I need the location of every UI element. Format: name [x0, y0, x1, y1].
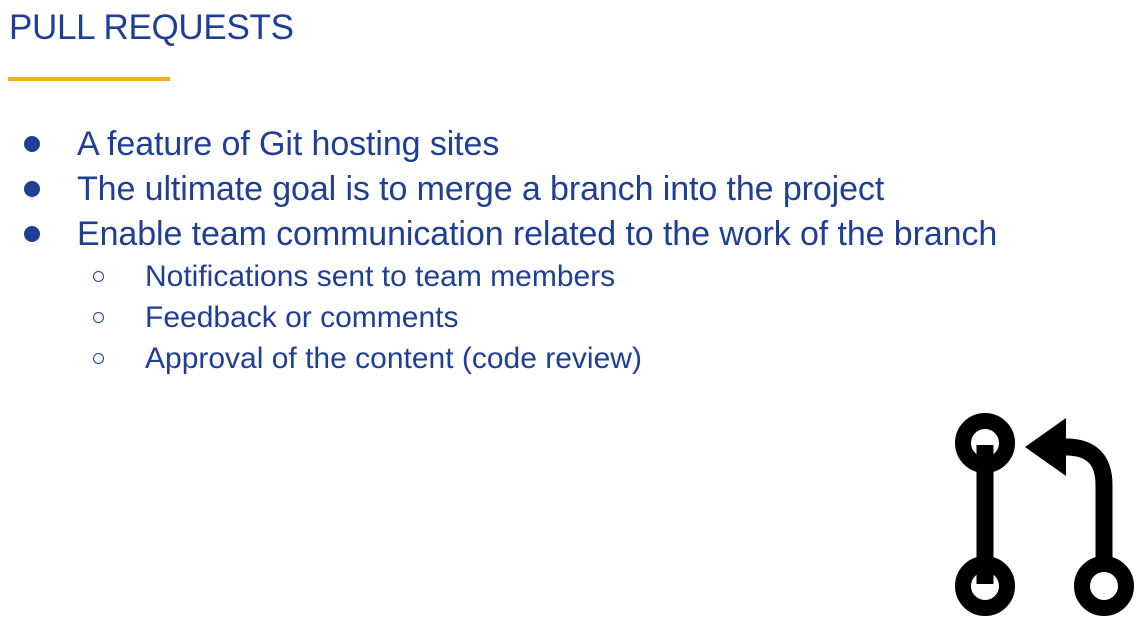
bullet-text: The ultimate goal is to merge a branch i…	[77, 170, 885, 208]
slide-title: PULL REQUESTS	[9, 8, 294, 47]
git-pull-request-icon	[955, 413, 1134, 616]
bullet-disc-icon	[24, 136, 40, 152]
sub-bullet-text: Approval of the content (code review)	[145, 342, 642, 375]
bullet-text: Enable team communication related to the…	[77, 215, 998, 253]
sub-bullet-text: Notifications sent to team members	[145, 260, 616, 293]
bullet-disc-icon	[24, 181, 40, 197]
bullet-disc-icon	[24, 226, 40, 242]
bullet-circle-icon	[93, 271, 104, 282]
sub-bullet-text: Feedback or comments	[145, 301, 459, 334]
bullet-text: A feature of Git hosting sites	[77, 125, 500, 163]
bullet-circle-icon	[93, 353, 104, 364]
slide: PULL REQUESTS A feature of Git hosting s…	[0, 0, 1138, 625]
bullet-circle-icon	[93, 312, 104, 323]
title-underline	[8, 77, 170, 81]
